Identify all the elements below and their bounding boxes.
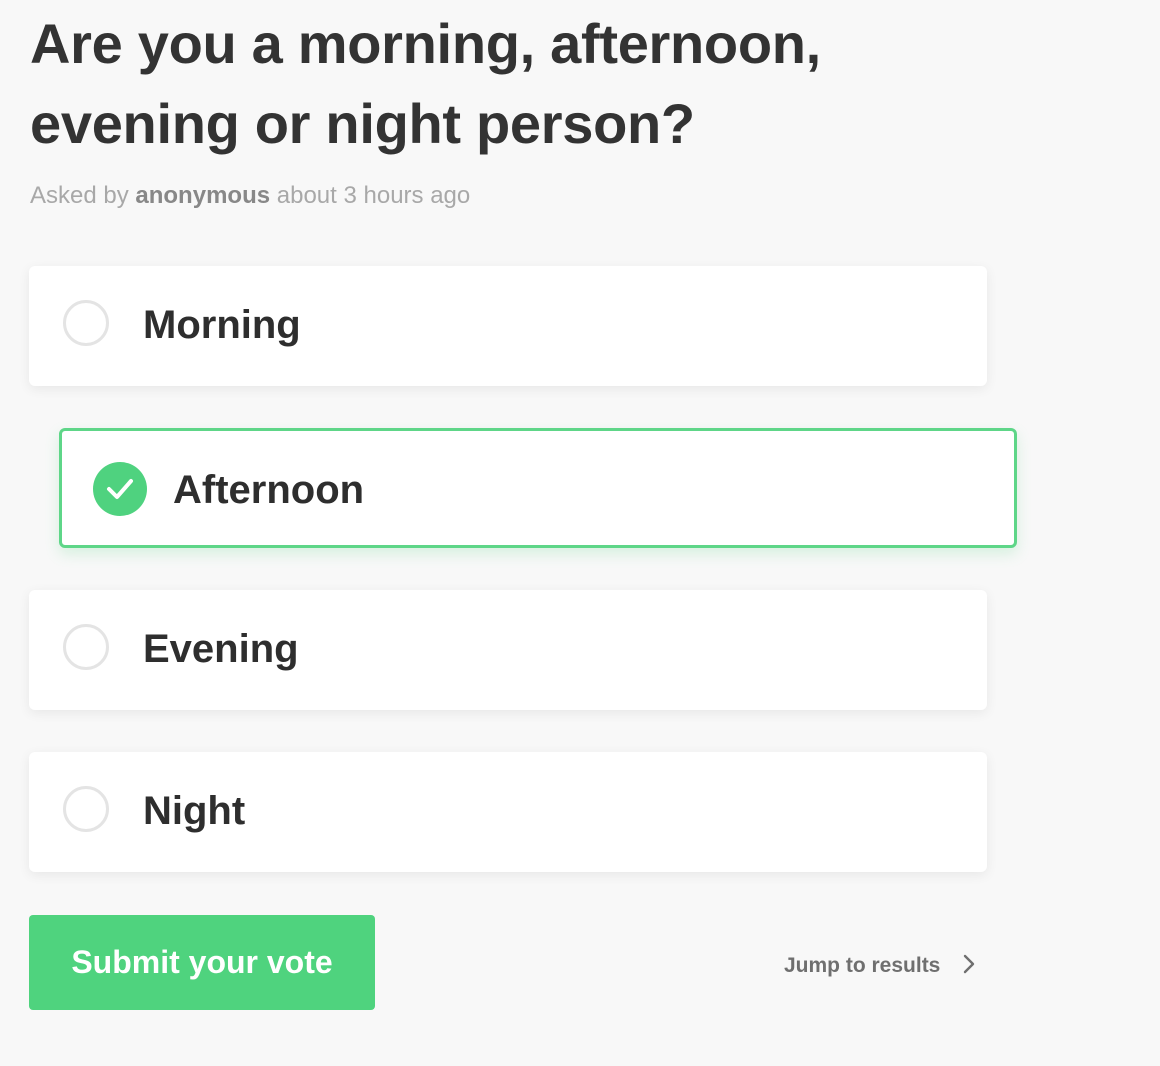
option-label: Afternoon: [173, 468, 365, 512]
meta-prefix: Asked by: [30, 182, 129, 209]
option-label: Night: [143, 789, 246, 833]
option-evening[interactable]: Evening: [29, 590, 987, 710]
radio-unchecked-icon[interactable]: [63, 624, 109, 670]
chevron-right-icon: [964, 954, 975, 974]
meta-time: about 3 hours ago: [276, 182, 471, 209]
checkmark-icon: [107, 479, 133, 499]
poll-meta: Asked by anonymous about 3 hours ago: [30, 181, 470, 211]
poll-question: Are you a morning, afternoon, evening or…: [30, 12, 821, 155]
submit-vote-button[interactable]: Submit your vote: [29, 915, 375, 1010]
option-night[interactable]: Night: [29, 752, 987, 872]
option-afternoon[interactable]: Afternoon: [59, 428, 1017, 548]
option-label: Evening: [143, 627, 299, 671]
option-morning[interactable]: Morning: [29, 266, 987, 386]
radio-checked-icon[interactable]: [93, 462, 147, 516]
jump-to-results-link[interactable]: Jump to results: [784, 948, 976, 984]
radio-unchecked-icon[interactable]: [63, 786, 109, 832]
option-label: Morning: [143, 303, 301, 347]
jump-to-results-label: Jump to results: [784, 954, 941, 977]
meta-author[interactable]: anonymous: [135, 182, 270, 209]
radio-unchecked-icon[interactable]: [63, 300, 109, 346]
